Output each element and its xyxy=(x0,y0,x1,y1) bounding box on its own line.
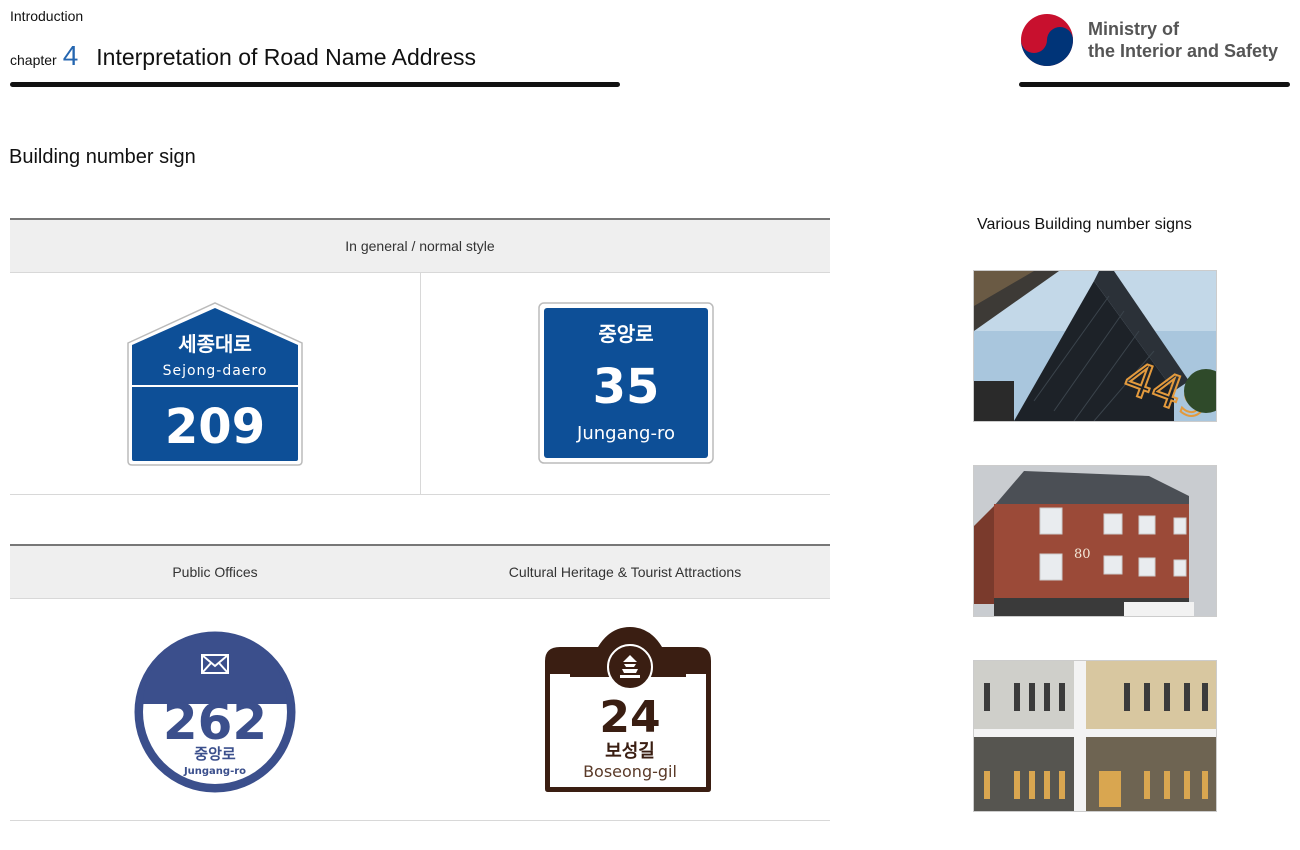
ministry-name: Ministry of the Interior and Safety xyxy=(1088,18,1278,62)
square-sign-number: 35 xyxy=(593,359,660,415)
house-sign-road-kr: 세종대로 xyxy=(178,332,252,356)
house-sign-cell: 세종대로 Sejong-daero 209 xyxy=(10,273,421,494)
section-title: Building number sign xyxy=(9,146,196,168)
public-sign-number: 262 xyxy=(163,693,267,751)
special-signs-header: Public Offices Cultural Heritage & Touri… xyxy=(10,544,830,599)
chapter-number: 4 xyxy=(62,40,79,71)
chapter-label: chapter xyxy=(10,52,57,68)
square-sign: 중앙로 35 Jungang-ro xyxy=(538,302,714,464)
heritage-sign-number: 24 xyxy=(599,692,660,743)
sidebar-title: Various Building number signs xyxy=(977,216,1192,233)
square-sign-road-kr: 중앙로 xyxy=(598,322,653,346)
heritage-sign-road-en: Boseong-gil xyxy=(583,762,677,781)
house-shaped-sign: 세종대로 Sejong-daero 209 xyxy=(127,302,303,466)
chapter-heading: chapter 4 Interpretation of Road Name Ad… xyxy=(10,40,476,72)
photo-house-number: 80 xyxy=(1074,547,1091,562)
general-signs-body: 세종대로 Sejong-daero 209 중앙로 35 Jungang-ro xyxy=(10,273,830,495)
heritage-header: Cultural Heritage & Tourist Attractions xyxy=(508,564,742,580)
heritage-sign-road-kr: 보성길 xyxy=(605,740,655,762)
public-sign-road-kr: 중앙로 xyxy=(194,745,236,763)
header-divider-right xyxy=(1019,82,1290,87)
heritage-sign-cell: 24 보성길 Boseong-gil xyxy=(420,599,830,820)
page-title: Interpretation of Road Name Address xyxy=(96,44,476,70)
header-divider-left xyxy=(10,82,620,87)
photo-glass-tower: 449 xyxy=(973,270,1217,422)
public-sign-road-en: Jungang-ro xyxy=(183,766,246,777)
general-header-label: In general / normal style xyxy=(345,238,495,254)
photo-building-facades xyxy=(973,660,1217,812)
house-sign-number: 209 xyxy=(165,399,265,455)
ministry-name-line2: the Interior and Safety xyxy=(1088,41,1279,61)
special-signs-table: Public Offices Cultural Heritage & Touri… xyxy=(10,544,830,821)
taegeuk-logo xyxy=(1021,14,1073,66)
ministry-name-line1: Ministry of xyxy=(1088,19,1180,39)
breadcrumb-introduction: Introduction xyxy=(10,8,84,24)
heritage-sign: 24 보성길 Boseong-gil xyxy=(545,627,711,792)
general-signs-header: In general / normal style xyxy=(10,218,830,273)
photo-brick-building: 80 xyxy=(973,465,1217,617)
square-sign-road-en: Jungang-ro xyxy=(576,423,675,444)
public-offices-header: Public Offices xyxy=(172,564,258,580)
house-sign-road-en: Sejong-daero xyxy=(163,363,268,379)
square-sign-cell: 중앙로 35 Jungang-ro xyxy=(421,273,831,494)
public-office-sign: 262 중앙로 Jungang-ro xyxy=(134,631,296,793)
public-sign-cell: 262 중앙로 Jungang-ro xyxy=(10,599,420,820)
general-signs-table: In general / normal style 세종대로 Sejong-da… xyxy=(10,218,830,495)
special-signs-body: 262 중앙로 Jungang-ro 24 보성길 Boseong-gil xyxy=(10,599,830,821)
